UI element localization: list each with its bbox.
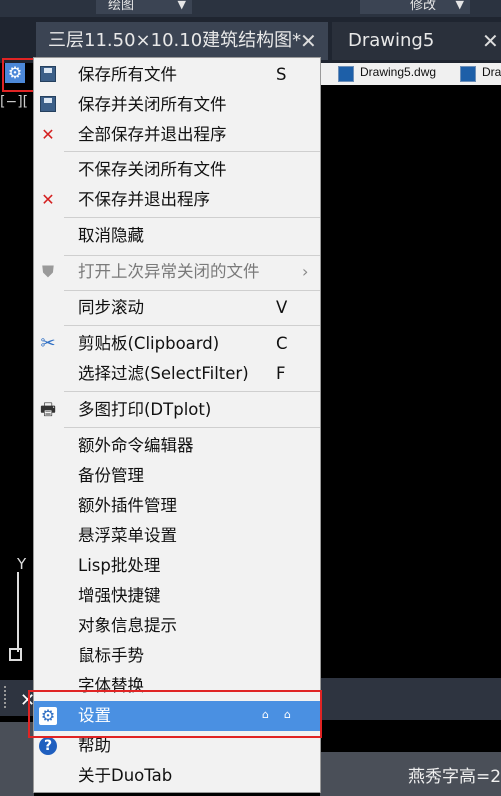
menu-item-select-filter[interactable]: 选择过滤(SelectFilter) F <box>34 359 320 389</box>
ucs-origin-box <box>9 648 22 661</box>
dwg-file-icon <box>338 66 354 82</box>
menu-item-open-crashed[interactable]: ⛊ 打开上次异常关闭的文件 › <box>34 257 320 287</box>
help-icon: ? <box>39 737 57 755</box>
menu-item-command-editor[interactable]: 额外命令编辑器 <box>34 431 320 461</box>
command-line-bar-right <box>320 678 501 720</box>
ucs-y-axis <box>17 572 19 652</box>
file-tab-row: Drawing5.dwg Dra <box>320 63 501 85</box>
menu-item-save-all[interactable]: 保存所有文件 S <box>34 60 320 90</box>
annotation-highlight-box <box>2 58 36 92</box>
menu-separator <box>64 255 320 256</box>
menu-item-sync-scroll[interactable]: 同步滚动 V <box>34 293 320 323</box>
chevron-down-icon: ▼ <box>455 0 464 11</box>
menu-item-save-all-exit[interactable]: ✕ 全部保存并退出程序 <box>34 120 320 150</box>
annotation-highlight-box <box>28 690 322 738</box>
chevron-down-icon: ▼ <box>177 0 186 11</box>
menu-item-backup[interactable]: 备份管理 <box>34 461 320 491</box>
tab-label: 三层11.50×10.10建筑结构图* <box>48 30 302 51</box>
menu-item-mouse-gesture[interactable]: 鼠标手势 <box>34 641 320 671</box>
status-text: 燕秀字高=2 <box>408 767 501 787</box>
menu-separator <box>64 151 320 152</box>
menu-item-unhide[interactable]: 取消隐藏 <box>34 221 320 251</box>
menu-item-about[interactable]: 关于DuoTab <box>34 761 320 791</box>
menu-item-object-info[interactable]: 对象信息提示 <box>34 611 320 641</box>
menu-item-clipboard[interactable]: ✂ 剪贴板(Clipboard) C <box>34 329 320 359</box>
tab-drawing5[interactable]: Drawing5 ✕ <box>332 22 501 60</box>
menu-item-exit-no-save[interactable]: ✕ 不保存并退出程序 <box>34 185 320 215</box>
file-tab-name[interactable]: Drawing5.dwg <box>360 65 436 79</box>
drag-handle[interactable] <box>4 686 9 708</box>
tab-structure-drawing[interactable]: 三层11.50×10.10建筑结构图* ✕ <box>36 22 328 60</box>
menu-item-save-close-all[interactable]: 保存并关闭所有文件 <box>34 90 320 120</box>
menu-item-lisp-batch[interactable]: Lisp批处理 <box>34 551 320 581</box>
duotab-menu: 保存所有文件 S 保存并关闭所有文件 ✕ 全部保存并退出程序 不保存关闭所有文件… <box>33 57 321 793</box>
menu-item-plugins[interactable]: 额外插件管理 <box>34 491 320 521</box>
menu-item-shortcuts[interactable]: 增强快捷键 <box>34 581 320 611</box>
draw-panel-label: 绘图 <box>108 0 135 13</box>
scissors-icon: ✂ <box>40 333 56 354</box>
modify-panel-label: 修改 <box>410 0 437 13</box>
tab-label: Drawing5 <box>348 30 435 51</box>
dwg-file-icon <box>460 66 476 82</box>
save-all-icon <box>39 66 57 84</box>
close-icon[interactable]: ✕ <box>300 22 317 60</box>
printer-icon: 🖶 <box>39 400 57 420</box>
file-tab-name[interactable]: Dra <box>482 65 501 79</box>
menu-item-dtplot[interactable]: 🖶 多图打印(DTplot) <box>34 395 320 425</box>
menu-separator <box>64 290 320 291</box>
viewport-control-label[interactable]: [−][ <box>0 94 28 110</box>
close-icon[interactable]: ✕ <box>482 22 499 60</box>
red-x-icon: ✕ <box>41 190 55 209</box>
ucs-y-label: Y <box>17 555 27 573</box>
red-x-icon: ✕ <box>41 125 55 144</box>
shield-icon: ⛊ <box>41 262 54 281</box>
menu-item-float-menu[interactable]: 悬浮菜单设置 <box>34 521 320 551</box>
draw-panel-button[interactable]: 绘图 ▼ <box>96 0 192 14</box>
menu-separator <box>64 217 320 218</box>
menu-separator <box>64 427 320 428</box>
modify-panel-button[interactable]: 修改 ▼ <box>360 0 470 14</box>
chevron-right-icon: › <box>302 262 309 281</box>
menu-item-close-no-save[interactable]: 不保存关闭所有文件 <box>34 155 320 185</box>
menu-separator <box>64 391 320 392</box>
menu-separator <box>64 325 320 326</box>
save-close-icon <box>39 96 57 114</box>
